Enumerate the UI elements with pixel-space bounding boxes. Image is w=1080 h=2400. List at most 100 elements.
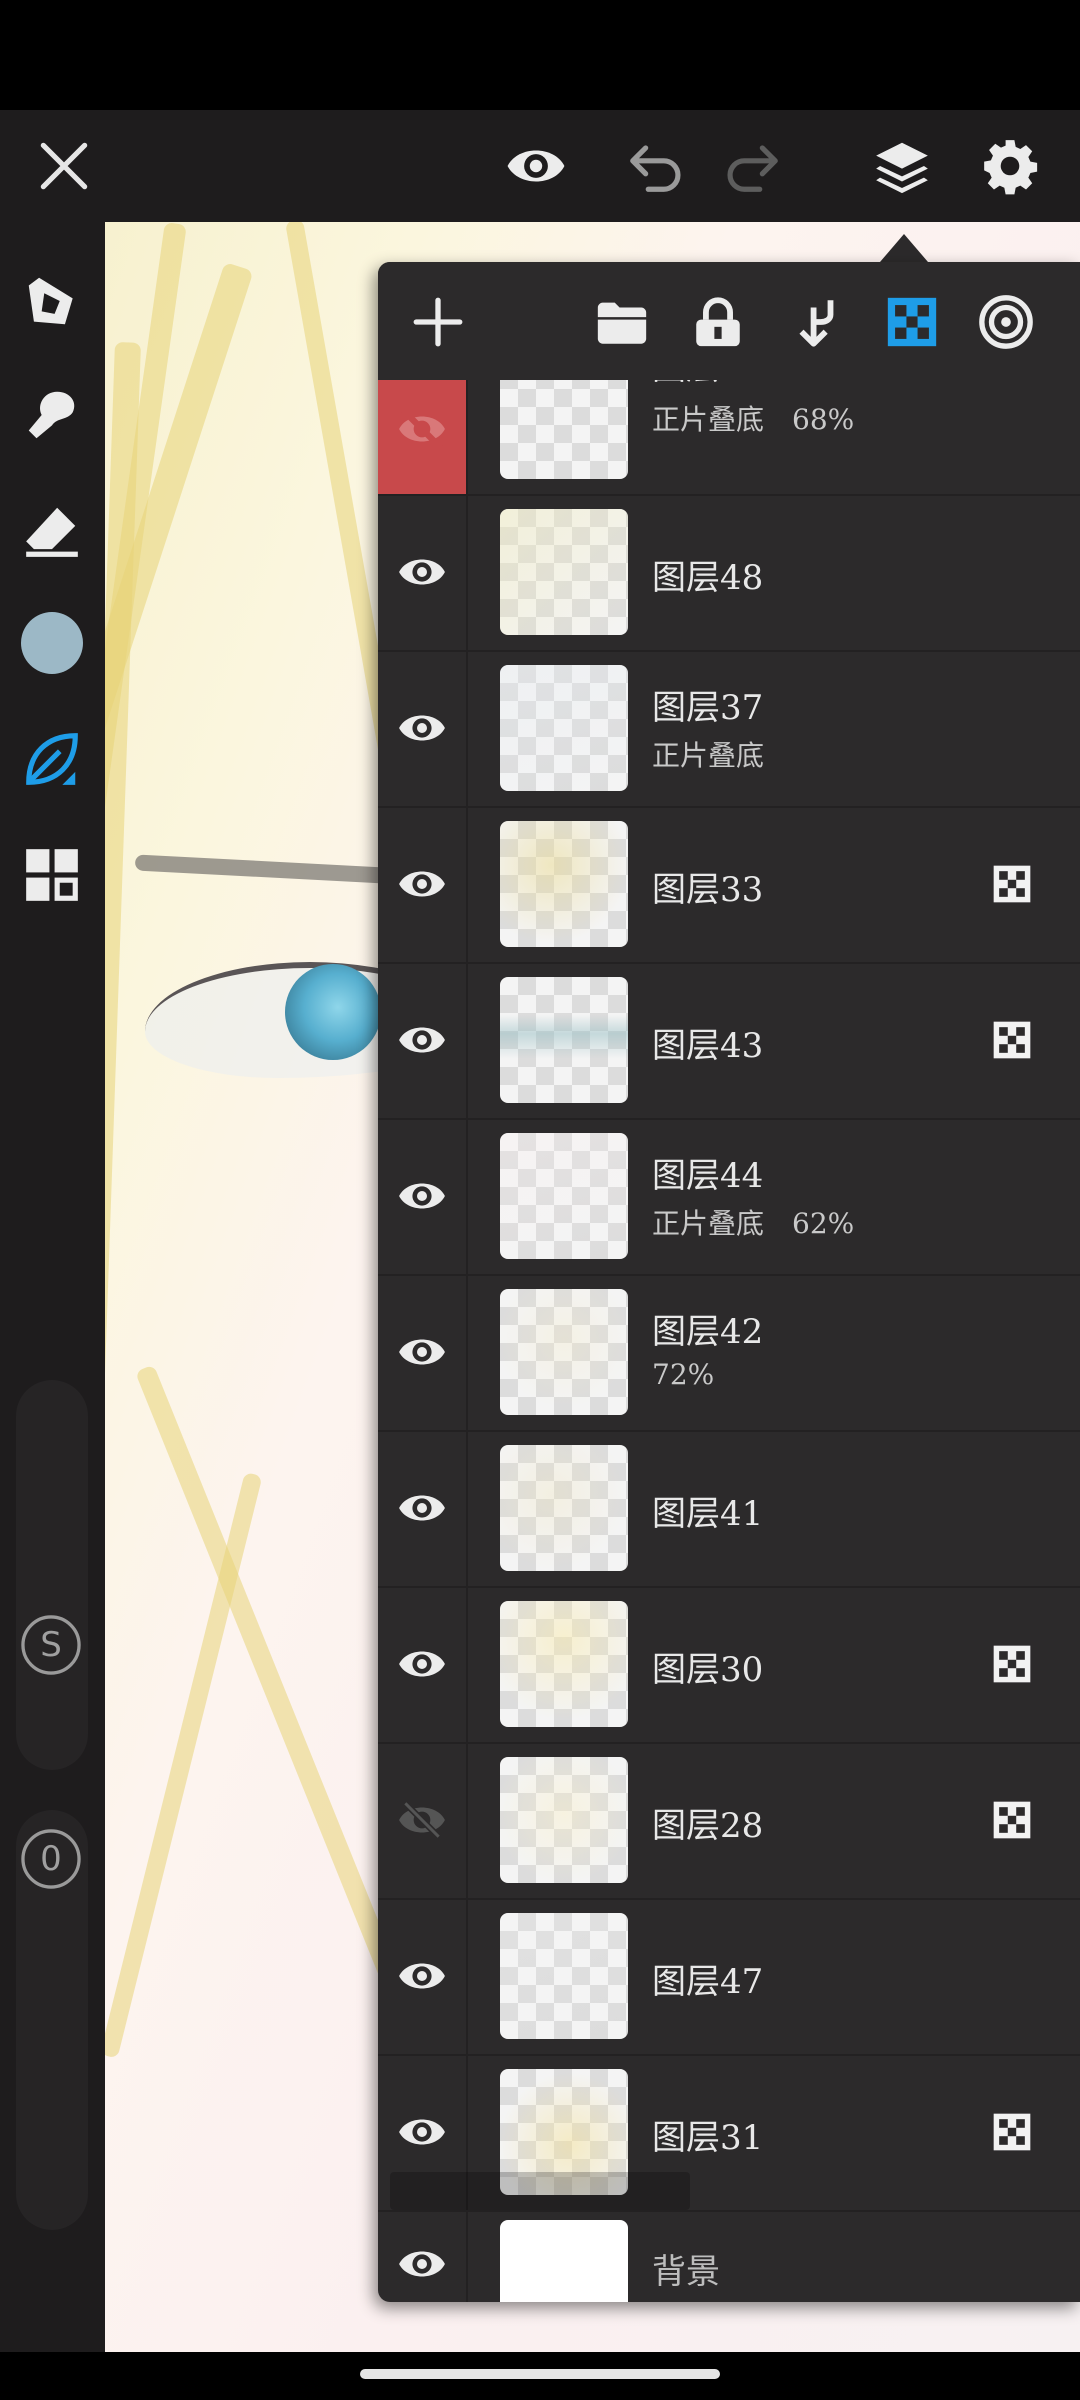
redo-button[interactable] (712, 126, 792, 206)
layer-visibility-toggle[interactable] (378, 1586, 468, 1742)
clipping-mask-icon[interactable] (990, 2110, 1034, 2154)
layer-row[interactable]: 图层33 (378, 806, 1080, 964)
brush-size-knob[interactable]: S (18, 1612, 84, 1678)
brush-opacity-knob[interactable]: 0 (18, 1826, 84, 1892)
clipping-button[interactable] (874, 284, 950, 360)
layer-thumbnail (500, 977, 628, 1103)
layer-blend-mode: 正片叠底 (652, 734, 764, 774)
panel-pointer (880, 234, 928, 262)
layer-list[interactable]: 图层49 正片叠底68% 图层48图层37正片叠底图层33图层43图层44正片叠… (378, 380, 1080, 2302)
grid-menu-icon (26, 849, 78, 901)
layer-row[interactable]: 图层41 (378, 1430, 1080, 1588)
app-screen: S 0 正片叠底 68% 图层48 图层37 正片叠底 图层33 图层43 图层… (0, 0, 1080, 2400)
layer-thumbnail (500, 1913, 628, 2039)
eraser-button[interactable] (13, 492, 91, 570)
layer-thumbnail (500, 509, 628, 635)
layer-row[interactable]: 图层47 (378, 1898, 1080, 2056)
preview-button[interactable] (496, 126, 576, 206)
merge-down-button[interactable] (778, 284, 854, 360)
clipping-mask-icon[interactable] (990, 1798, 1034, 1842)
layer-blend-text: 正片叠底 (652, 1207, 765, 1240)
lock-icon (696, 297, 740, 347)
layer-row[interactable]: 图层44 正片叠底 62% (378, 1118, 1080, 1276)
close-button[interactable] (24, 126, 104, 206)
layer-name: 图层37 (652, 688, 764, 728)
opacity-knob-label: 0 (40, 1839, 62, 1879)
redo-icon (727, 145, 778, 192)
layer-name: 图层41 (652, 1494, 764, 1534)
settings-button[interactable] (970, 126, 1050, 206)
close-icon (40, 142, 88, 190)
folder-icon (597, 302, 647, 344)
layer-visibility-toggle[interactable] (378, 1898, 468, 2054)
layer-panel-header (378, 262, 1080, 380)
layer-visibility-toggle[interactable] (378, 650, 468, 806)
eye-icon (399, 2251, 445, 2277)
layer-row[interactable]: 图层42 72% (378, 1274, 1080, 1432)
layer-visibility-toggle[interactable] (378, 1742, 468, 1898)
layer-row[interactable]: 图层30 (378, 1586, 1080, 1744)
layers-icon (876, 142, 928, 194)
status-bar (0, 0, 1080, 110)
undo-icon (630, 145, 681, 192)
pen-tool-button[interactable] (13, 262, 91, 340)
thumbnail-content (500, 665, 628, 791)
clipping-mask-icon[interactable] (990, 1642, 1034, 1686)
layer-blend-text: 正片叠底 (652, 739, 765, 772)
thumbnail-content (500, 1445, 628, 1571)
size-knob-label: S (40, 1625, 62, 1665)
thumbnail-content (500, 1289, 628, 1415)
layer-row[interactable]: 图层28 (378, 1742, 1080, 1900)
layers-button[interactable] (862, 126, 942, 206)
artwork-iris (285, 964, 381, 1060)
menu-grid-button[interactable] (13, 836, 91, 914)
layer-opacity: 62% (792, 1207, 855, 1240)
brush-size-slider[interactable] (16, 1380, 88, 1770)
layer-visibility-toggle[interactable] (378, 806, 468, 962)
clipping-mask-icon[interactable] (990, 1018, 1034, 1062)
background-layer-row[interactable]: 背景 (378, 2172, 1080, 2302)
layer-effects-button[interactable] (968, 284, 1044, 360)
layer-name: 图层48 (652, 558, 764, 598)
smudge-tool-button[interactable] (13, 376, 91, 454)
eye-icon (399, 1651, 445, 1677)
layer-opacity: 68% (792, 403, 855, 436)
eraser-icon (26, 507, 78, 557)
layer-thumbnail (500, 665, 628, 791)
layer-visibility-toggle[interactable] (378, 1274, 468, 1430)
layer-row[interactable]: 图层37 正片叠底 (378, 650, 1080, 808)
layer-visibility-toggle[interactable] (378, 1118, 468, 1274)
layer-row-selected[interactable]: 图层49 正片叠底 68% (378, 380, 1080, 496)
layer-thumbnail (500, 2220, 628, 2302)
eye-hidden-icon (399, 1799, 445, 1841)
lock-layer-button[interactable] (680, 284, 756, 360)
layer-name: 图层28 (652, 1806, 764, 1846)
eye-icon (399, 715, 445, 741)
add-layer-icon (413, 297, 463, 347)
add-layer-button[interactable] (400, 284, 476, 360)
eye-icon (399, 2119, 445, 2145)
color-swatch-button[interactable] (13, 604, 91, 682)
layer-visibility-toggle[interactable] (378, 962, 468, 1118)
layer-blend-mode: 正片叠底 62% (652, 1202, 854, 1242)
layer-thumbnail (500, 1601, 628, 1727)
new-folder-button[interactable] (584, 284, 660, 360)
smudge-tool-icon (28, 391, 75, 439)
pen-tool-icon (28, 277, 73, 325)
layer-visibility-toggle[interactable] (378, 494, 468, 650)
layer-row[interactable]: 图层48 (378, 494, 1080, 652)
eye-icon (507, 150, 565, 182)
layer-visibility-toggle[interactable] (378, 2210, 468, 2302)
layer-thumbnail (500, 821, 628, 947)
thumbnail-content (500, 821, 628, 947)
artwork-stroke (105, 1472, 263, 2059)
undo-button[interactable] (616, 126, 696, 206)
home-indicator[interactable] (360, 2369, 720, 2379)
layer-visibility-toggle[interactable] (378, 1430, 468, 1586)
eye-icon (399, 1183, 445, 1209)
layer-blend-text: 正片叠底 (652, 403, 765, 436)
layer-row[interactable]: 图层43 (378, 962, 1080, 1120)
clipping-mask-icon[interactable] (990, 862, 1034, 906)
layer-visibility-toggle[interactable] (378, 380, 468, 494)
brush-selector-button[interactable] (13, 720, 91, 798)
